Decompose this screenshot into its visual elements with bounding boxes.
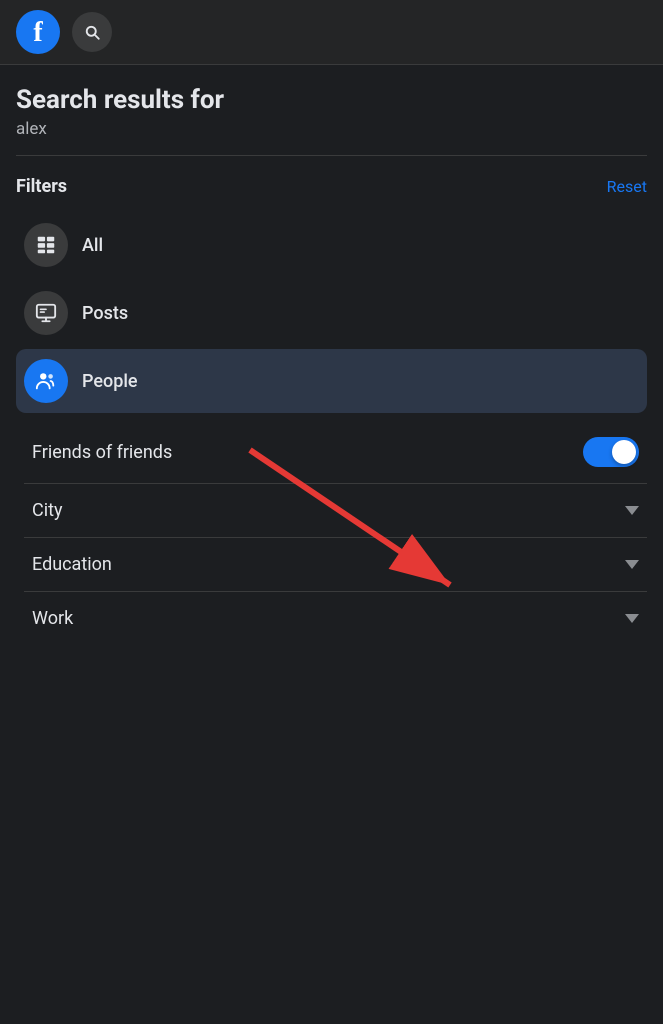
filters-label: Filters: [16, 176, 67, 197]
reset-button[interactable]: Reset: [607, 177, 647, 196]
city-filter[interactable]: City: [24, 484, 647, 538]
work-filter[interactable]: Work: [24, 592, 647, 645]
filters-header: Filters Reset: [16, 176, 647, 197]
friends-of-friends-label: Friends of friends: [32, 442, 172, 463]
all-icon: [35, 234, 57, 256]
education-label: Education: [32, 554, 112, 575]
people-filter-icon-circle: [24, 359, 68, 403]
work-label: Work: [32, 608, 73, 629]
toggle-track: [583, 437, 639, 467]
people-filter-label: People: [82, 371, 138, 392]
all-filter-icon-circle: [24, 223, 68, 267]
friends-of-friends-filter[interactable]: Friends of friends: [24, 421, 647, 484]
posts-filter-icon-circle: [24, 291, 68, 335]
toggle-thumb: [612, 440, 636, 464]
filter-item-all[interactable]: All: [16, 213, 647, 277]
main-content: Search results for alex Filters Reset Al…: [0, 65, 663, 661]
work-chevron-down-icon: [625, 614, 639, 623]
search-results-title: Search results for: [16, 85, 647, 115]
all-filter-label: All: [82, 235, 103, 256]
search-button[interactable]: [72, 12, 112, 52]
divider: [16, 155, 647, 156]
city-chevron-down-icon: [625, 506, 639, 515]
people-sub-filters: Friends of friends City Education Work: [16, 421, 647, 645]
posts-filter-label: Posts: [82, 303, 128, 324]
search-query: alex: [16, 119, 647, 139]
posts-icon: [35, 302, 57, 324]
header: f: [0, 0, 663, 65]
search-icon: [83, 23, 101, 41]
education-filter[interactable]: Education: [24, 538, 647, 592]
friends-of-friends-toggle[interactable]: [583, 437, 639, 467]
filter-item-people[interactable]: People: [16, 349, 647, 413]
people-icon: [35, 370, 57, 392]
facebook-logo: f: [16, 10, 60, 54]
education-chevron-down-icon: [625, 560, 639, 569]
city-label: City: [32, 500, 63, 521]
page-container: f Search results for alex Filters Reset: [0, 0, 663, 661]
facebook-logo-letter: f: [33, 19, 42, 47]
filter-item-posts[interactable]: Posts: [16, 281, 647, 345]
